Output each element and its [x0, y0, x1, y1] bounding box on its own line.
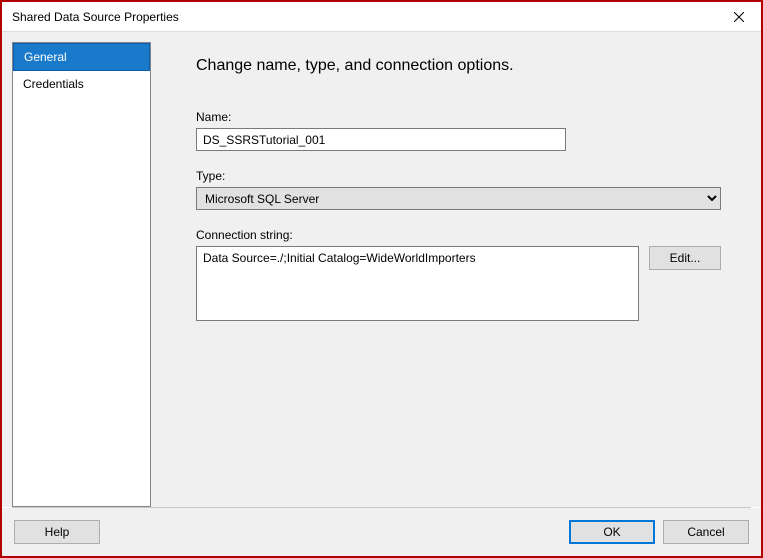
ok-button[interactable]: OK: [569, 520, 655, 544]
dialog-window: Shared Data Source Properties General Cr…: [0, 0, 763, 558]
close-icon: [734, 12, 744, 22]
sidebar-item-general[interactable]: General: [13, 43, 150, 71]
connection-row: Edit...: [196, 246, 721, 321]
footer: Help OK Cancel: [2, 508, 761, 556]
help-button[interactable]: Help: [14, 520, 100, 544]
sidebar: General Credentials: [12, 42, 151, 507]
titlebar: Shared Data Source Properties: [2, 2, 761, 32]
sidebar-item-label: Credentials: [23, 77, 84, 91]
cancel-button[interactable]: Cancel: [663, 520, 749, 544]
panel-heading: Change name, type, and connection option…: [196, 57, 721, 75]
type-label: Type:: [196, 169, 721, 183]
connection-label: Connection string:: [196, 228, 721, 242]
dialog-body: General Credentials Change name, type, a…: [2, 32, 761, 507]
footer-right: OK Cancel: [569, 520, 749, 544]
name-label: Name:: [196, 110, 721, 124]
connection-string-input[interactable]: [196, 246, 639, 321]
main-panel: Change name, type, and connection option…: [161, 42, 751, 507]
name-input[interactable]: [196, 128, 566, 151]
sidebar-item-credentials[interactable]: Credentials: [13, 71, 150, 98]
close-button[interactable]: [716, 2, 761, 32]
type-select[interactable]: Microsoft SQL Server: [196, 187, 721, 210]
window-title: Shared Data Source Properties: [12, 10, 179, 24]
sidebar-item-label: General: [24, 50, 67, 64]
edit-button[interactable]: Edit...: [649, 246, 721, 270]
